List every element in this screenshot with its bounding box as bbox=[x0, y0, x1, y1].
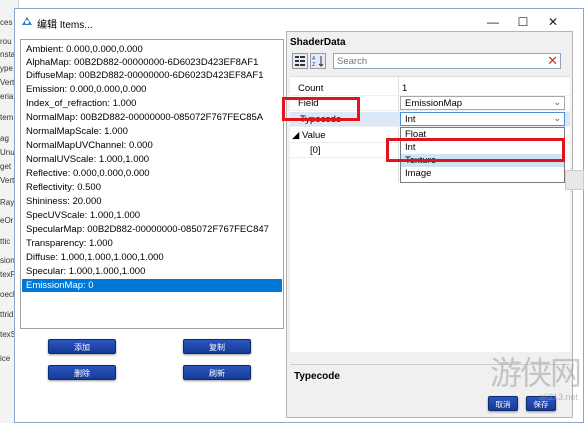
property-value: 1 bbox=[402, 83, 408, 94]
list-item[interactable]: Emission: 0.000,0.000,0.000 bbox=[22, 83, 282, 96]
list-item[interactable]: Shininess: 20.000 bbox=[22, 195, 282, 208]
field-dropdown-value: EmissionMap bbox=[405, 98, 463, 109]
property-row-count[interactable]: Count 1 bbox=[290, 81, 570, 96]
cancel-button[interactable]: 取消 bbox=[488, 396, 518, 411]
maximize-button[interactable]: ☐ bbox=[509, 13, 537, 31]
categorized-icon bbox=[295, 56, 305, 66]
list-item[interactable]: Reflective: 0.000,0.000,0.000 bbox=[22, 167, 282, 180]
watermark-subtext: ali213.net bbox=[538, 392, 578, 402]
watermark-logo: 游侠网 bbox=[489, 354, 582, 392]
typecode-highlight bbox=[282, 97, 360, 121]
chevron-down-icon: ⌄ bbox=[553, 113, 561, 123]
property-grid-header: ShaderData bbox=[290, 37, 346, 48]
list-item-selected[interactable]: EmissionMap: 0 bbox=[22, 279, 282, 292]
list-item[interactable]: DiffuseMap: 00B2D882-00000000-6D6023D423… bbox=[22, 69, 282, 82]
list-item[interactable]: NormalMapScale: 1.000 bbox=[22, 125, 282, 138]
close-button[interactable]: ✕ bbox=[539, 13, 567, 31]
list-item[interactable]: Specular: 1.000,1.000,1.000 bbox=[22, 265, 282, 278]
texture-option-highlight bbox=[386, 138, 565, 162]
minimize-button[interactable]: — bbox=[479, 13, 507, 31]
search-input[interactable]: Search ✕ bbox=[333, 53, 561, 69]
list-item[interactable]: Reflectivity: 0.500 bbox=[22, 181, 282, 194]
clear-search-icon[interactable]: ✕ bbox=[547, 54, 558, 68]
list-item[interactable]: Diffuse: 1.000,1.000,1.000,1.000 bbox=[22, 251, 282, 264]
search-placeholder: Search bbox=[337, 56, 368, 67]
remove-button[interactable]: 删除 bbox=[48, 365, 116, 380]
items-list[interactable]: Ambient: 0.000,0.000,0.000 AlphaMap: 00B… bbox=[20, 39, 284, 329]
dialog-title: 编辑 Items... bbox=[37, 20, 93, 31]
list-item[interactable]: SpecUVScale: 1.000,1.000 bbox=[22, 209, 282, 222]
option-image[interactable]: Image bbox=[401, 167, 564, 180]
description-title: Typecode bbox=[294, 371, 340, 382]
list-item[interactable]: Transparency: 1.000 bbox=[22, 237, 282, 250]
property-key: Value bbox=[302, 130, 326, 141]
list-item[interactable]: NormalMap: 00B2D882-00000000-085072F767F… bbox=[22, 111, 282, 124]
svg-text:Z: Z bbox=[312, 62, 316, 68]
typecode-dropdown[interactable]: Int ⌄ bbox=[400, 112, 565, 126]
property-key: [0] bbox=[310, 145, 321, 156]
list-item[interactable]: AlphaMap: 00B2D882-00000000-6D6023D423EF… bbox=[22, 56, 282, 69]
typecode-dropdown-value: Int bbox=[405, 114, 416, 125]
expand-icon[interactable]: ◢ bbox=[292, 130, 299, 141]
list-item[interactable]: Ambient: 0.000,0.000,0.000 bbox=[22, 43, 282, 56]
list-item[interactable]: NormalMapUVChannel: 0.000 bbox=[22, 139, 282, 152]
add-button[interactable]: 添加 bbox=[48, 339, 116, 354]
copy-button[interactable]: 复制 bbox=[183, 339, 251, 354]
alphabetical-sort-button[interactable]: A Z bbox=[310, 53, 326, 69]
chevron-down-icon: ⌄ bbox=[553, 97, 561, 107]
categorized-view-button[interactable] bbox=[292, 53, 308, 69]
property-grid-toolbar: A Z Search ✕ bbox=[290, 52, 570, 70]
app-icon bbox=[22, 17, 32, 25]
refresh-button[interactable]: 刷新 bbox=[183, 365, 251, 380]
background-window-edge bbox=[565, 170, 584, 190]
list-item[interactable]: SpecularMap: 00B2D882-00000000-085072F76… bbox=[22, 223, 282, 236]
property-key: Count bbox=[298, 83, 324, 94]
list-item[interactable]: NormalUVScale: 1.000,1.000 bbox=[22, 153, 282, 166]
list-item[interactable]: Index_of_refraction: 1.000 bbox=[22, 97, 282, 110]
sort-az-icon: A Z bbox=[312, 56, 324, 68]
field-dropdown[interactable]: EmissionMap ⌄ bbox=[400, 96, 565, 110]
